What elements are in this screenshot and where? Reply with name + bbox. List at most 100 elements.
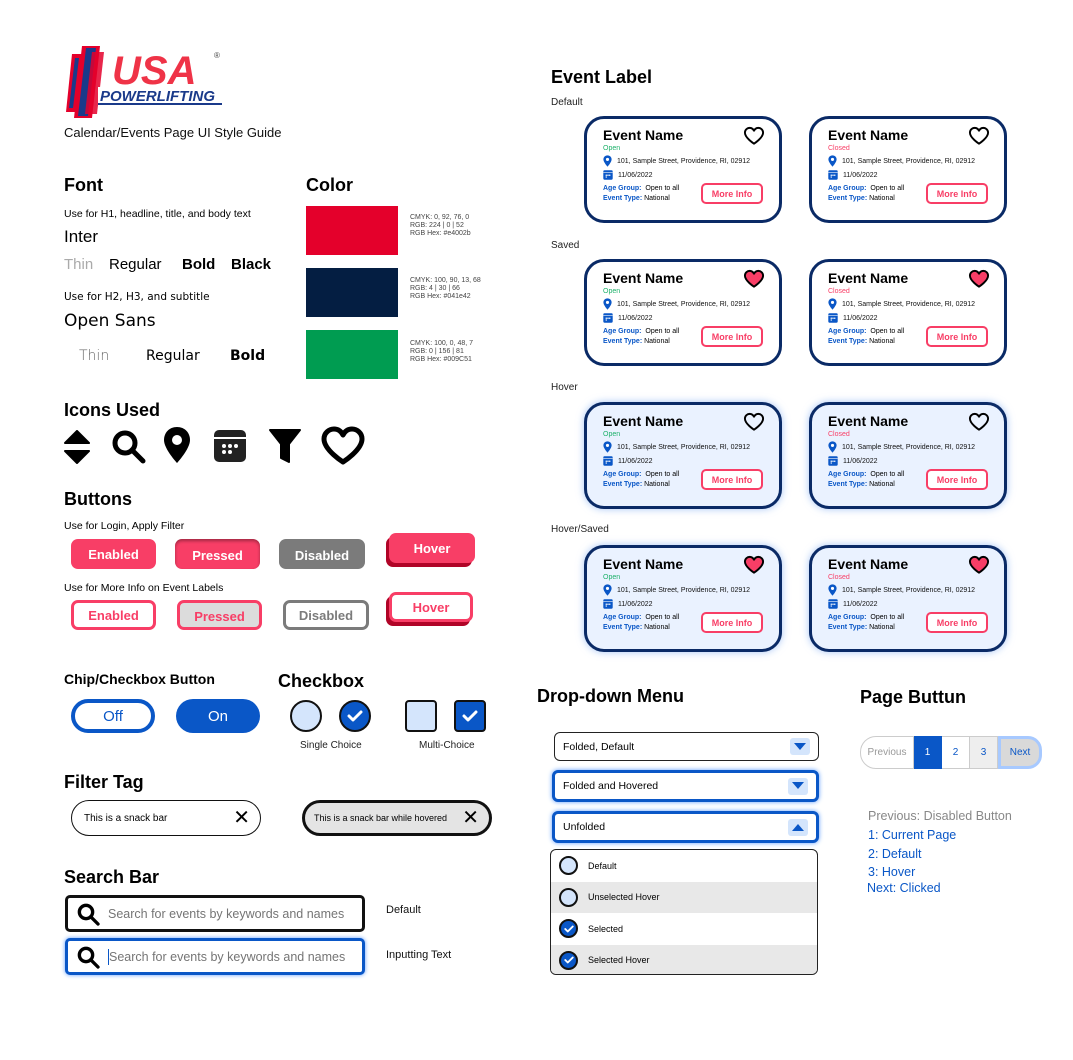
event-type-key: Event Type: <box>603 338 643 345</box>
more-info-button[interactable]: More Info <box>701 612 763 633</box>
heart-filled-icon[interactable] <box>968 269 990 289</box>
event-address-row: 101, Sample Street, Providence, RI, 0291… <box>828 155 1004 167</box>
radio-checked-icon <box>559 919 578 939</box>
pager-page-1[interactable]: 1 <box>914 736 942 769</box>
option-label: Default <box>588 860 617 871</box>
event-type-value: National <box>644 195 670 202</box>
dropdown-folded-hovered[interactable]: Folded and Hovered <box>552 770 819 802</box>
secondary-button-enabled[interactable]: Enabled <box>71 600 156 630</box>
single-choice-checked[interactable] <box>339 700 371 732</box>
age-group-value: Open to all <box>645 328 680 335</box>
event-card[interactable]: Event Name Closed 101, Sample Street, Pr… <box>809 402 1007 509</box>
event-card[interactable]: Event Name Open 101, Sample Street, Prov… <box>584 402 782 509</box>
search-input[interactable] <box>108 906 358 921</box>
heart-filled-icon[interactable] <box>743 269 765 289</box>
heart-icon[interactable] <box>743 126 765 146</box>
event-status: Closed <box>828 574 850 581</box>
chip-off[interactable]: Off <box>71 699 155 733</box>
dropdown-option[interactable]: Selected Hover <box>551 944 817 974</box>
more-info-button[interactable]: More Info <box>926 469 988 490</box>
event-address: 101, Sample Street, Providence, RI, 0291… <box>617 443 751 451</box>
opensans-bold-sample: Bold <box>230 348 266 364</box>
chip-on[interactable]: On <box>176 699 260 733</box>
event-status: Open <box>603 431 621 438</box>
event-address-row: 101, Sample Street, Providence, RI, 0291… <box>828 584 1004 596</box>
pager-next-button[interactable]: Next <box>998 736 1042 769</box>
dropdown-options-list: Default Unselected Hover Selected Select… <box>550 849 818 975</box>
logo-plates-icon <box>66 46 104 118</box>
event-date-row: 11/06/2022 <box>603 599 779 609</box>
close-icon[interactable]: ✕ <box>462 808 479 828</box>
page-subtitle: Calendar/Events Page UI Style Guide <box>64 125 282 140</box>
age-group-key: Age Group: <box>603 471 642 478</box>
more-info-button[interactable]: More Info <box>926 326 988 347</box>
primary-button-hover[interactable]: Hover <box>389 533 475 563</box>
heart-icon[interactable] <box>968 412 990 432</box>
swatch-navy-info: CMYK: 100, 90, 13, 68 RGB: 4 | 30 | 66 RGB… <box>410 277 481 300</box>
multi-choice-checked[interactable] <box>454 700 486 732</box>
dropdown-folded-default[interactable]: Folded, Default <box>554 732 819 761</box>
event-date-row: 11/06/2022 <box>828 456 1004 466</box>
more-info-button[interactable]: More Info <box>926 612 988 633</box>
dropdown-unfolded[interactable]: Unfolded <box>552 811 819 843</box>
dropdown-option[interactable]: Selected <box>551 913 817 945</box>
event-card[interactable]: Event Name Open 101, Sample Street, Prov… <box>584 259 782 366</box>
inter-regular-sample: Regular <box>109 256 162 273</box>
event-address-row: 101, Sample Street, Providence, RI, 0291… <box>603 584 779 596</box>
chevron-down-icon[interactable] <box>790 738 810 755</box>
primary-button-enabled[interactable]: Enabled <box>71 539 156 569</box>
event-address-row: 101, Sample Street, Providence, RI, 0291… <box>828 441 1004 453</box>
search-bar-focused[interactable] <box>65 938 365 975</box>
calendar-icon <box>828 456 838 466</box>
pager-legend-current: 1: Current Page <box>868 828 957 842</box>
event-card[interactable]: Event Name Open 101, Sample Street, Prov… <box>584 545 782 652</box>
heart-icon[interactable] <box>743 412 765 432</box>
calendar-icon <box>214 430 246 462</box>
chevron-down-icon[interactable] <box>788 777 808 795</box>
search-section-title: Search Bar <box>64 867 160 887</box>
option-label: Selected Hover <box>588 955 650 966</box>
secondary-button-hover[interactable]: Hover <box>389 592 473 622</box>
close-icon[interactable]: ✕ <box>233 808 250 828</box>
pagination: Previous 1 2 3 Next <box>860 736 1042 769</box>
event-card[interactable]: Event Name Closed 101, Sample Street, Pr… <box>809 259 1007 366</box>
event-card[interactable]: Event Name Closed 101, Sample Street, Pr… <box>809 116 1007 223</box>
event-date: 11/06/2022 <box>618 314 653 322</box>
dropdown-option[interactable]: Unselected Hover <box>551 881 817 913</box>
multi-choice-unchecked[interactable] <box>405 700 437 732</box>
secondary-button-pressed[interactable]: Pressed <box>177 600 262 630</box>
chevron-up-icon[interactable] <box>788 818 808 836</box>
primary-button-disabled: Disabled <box>279 539 365 569</box>
more-info-button[interactable]: More Info <box>926 183 988 204</box>
event-type-value: National <box>869 624 895 631</box>
event-status: Closed <box>828 431 850 438</box>
event-card[interactable]: Event Name Open 101, Sample Street, Prov… <box>584 116 782 223</box>
dropdown-option[interactable]: Default <box>551 850 817 882</box>
single-choice-unchecked[interactable] <box>290 700 322 732</box>
calendar-icon <box>828 313 838 323</box>
check-icon <box>347 710 363 722</box>
heart-icon[interactable] <box>968 126 990 146</box>
more-info-button[interactable]: More Info <box>701 326 763 347</box>
search-bar-default[interactable] <box>65 895 365 932</box>
pager-page-2[interactable]: 2 <box>942 736 970 769</box>
event-date: 11/06/2022 <box>843 600 878 608</box>
age-group-key: Age Group: <box>828 471 867 478</box>
checkbox-section-title: Checkbox <box>278 671 365 691</box>
more-info-button[interactable]: More Info <box>701 183 763 204</box>
more-info-button[interactable]: More Info <box>701 469 763 490</box>
pager-page-3[interactable]: 3 <box>970 736 998 769</box>
event-card[interactable]: Event Name Closed 101, Sample Street, Pr… <box>809 545 1007 652</box>
primary-button-pressed[interactable]: Pressed <box>175 539 260 569</box>
event-date: 11/06/2022 <box>843 314 878 322</box>
heart-filled-icon[interactable] <box>743 555 765 575</box>
heart-filled-icon[interactable] <box>968 555 990 575</box>
age-group-value: Open to all <box>870 471 905 478</box>
filter-tag-hovered[interactable]: This is a snack bar while hovered ✕ <box>302 800 492 836</box>
opensans-thin-sample: Thin <box>79 348 110 364</box>
event-address-row: 101, Sample Street, Providence, RI, 0291… <box>603 441 779 453</box>
search-default-label: Default <box>386 904 421 916</box>
filter-tag-default[interactable]: This is a snack bar ✕ <box>71 800 261 836</box>
search-input[interactable] <box>109 949 359 964</box>
secondary-button-usage: Use for More Info on Event Labels <box>64 582 224 594</box>
